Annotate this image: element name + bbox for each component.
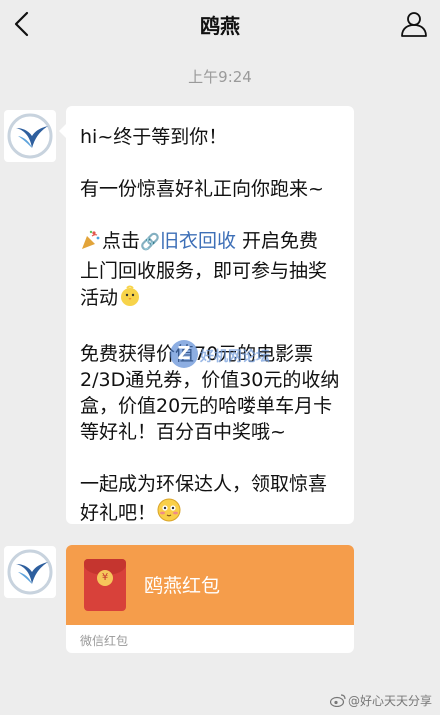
message-line-prefix: 点击	[102, 230, 141, 252]
message-line: 等好礼！百分百中奖哦~	[80, 421, 286, 443]
red-packet-footer: 微信红包	[66, 625, 354, 653]
message-line: 有一份惊喜好礼正向你跑来~	[80, 178, 324, 200]
message-line-text: 好礼吧！	[80, 502, 157, 524]
message-timestamp: 上午9:24	[188, 68, 252, 86]
chick-icon	[118, 284, 142, 315]
party-popper-icon	[80, 229, 102, 258]
message-line-suffix: 开启免费	[235, 230, 318, 252]
red-packet-label: 微信红包	[80, 634, 129, 648]
message-line: 点击🔗旧衣回收 开启免费	[80, 228, 360, 258]
sender-avatar[interactable]	[4, 546, 56, 598]
message-text: hi~终于等到你！ 有一份惊喜好礼正向你跑来~ 点击🔗旧衣回收 开启免费 上门回…	[80, 124, 360, 530]
message-line: 好礼吧！	[80, 497, 360, 530]
bird-logo-icon	[7, 113, 53, 159]
bird-logo-icon	[7, 549, 53, 595]
bubble-tail	[59, 124, 66, 138]
weibo-credit: @好心天天分享	[329, 692, 432, 710]
credit-text: @好心天天分享	[347, 694, 432, 708]
red-packet-card[interactable]: ¥ 鸥燕红包 微信红包	[66, 545, 354, 653]
red-envelope-icon: ¥	[84, 559, 126, 611]
nav-bar: 鸥燕	[0, 0, 440, 48]
message-line: hi~终于等到你！	[80, 126, 228, 148]
link-icon[interactable]: 🔗	[140, 232, 160, 251]
message-line: 一起成为环保达人，领取惊喜	[80, 473, 328, 495]
sender-avatar[interactable]	[4, 110, 56, 162]
message-line: 盒，价值20元的哈喽单车月卡	[80, 395, 333, 417]
message-bubble: hi~终于等到你！ 有一份惊喜好礼正向你跑来~ 点击🔗旧衣回收 开启免费 上门回…	[59, 106, 354, 524]
watermark-text: 好机网论坛	[200, 349, 270, 365]
watermark-logo: Z	[170, 340, 198, 368]
message-line: 活动	[80, 284, 360, 315]
coin-icon: ¥	[97, 570, 113, 586]
blush-face-icon	[156, 497, 182, 530]
person-icon[interactable]	[398, 8, 430, 40]
red-packet-header: ¥ 鸥燕红包	[66, 545, 354, 625]
weibo-icon	[329, 694, 346, 710]
message-line: 上门回收服务，即可参与抽奖	[80, 260, 328, 282]
recycle-link[interactable]: 旧衣回收	[160, 230, 236, 252]
message-line-text: 活动	[80, 287, 119, 309]
chat-title: 鸥燕	[200, 14, 240, 38]
forum-watermark: Z 好机网论坛	[170, 340, 280, 372]
red-packet-title: 鸥燕红包	[144, 575, 221, 597]
